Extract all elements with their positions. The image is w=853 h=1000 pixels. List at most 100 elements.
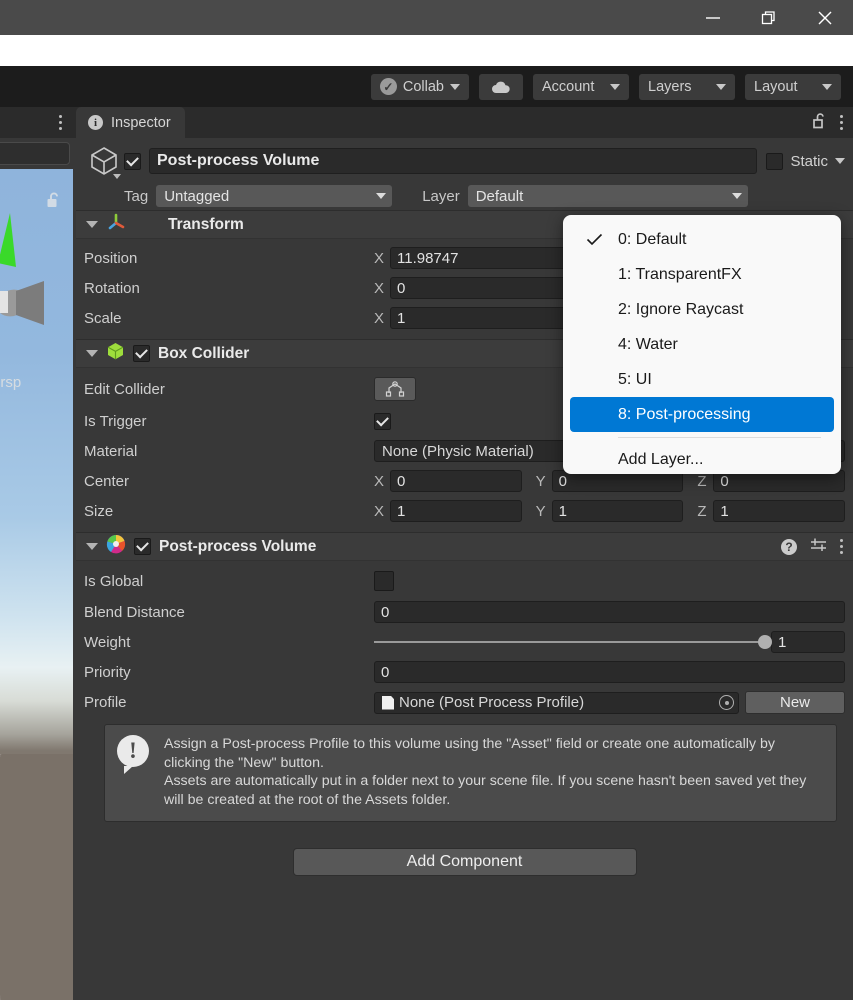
- layer-menu-add-layer-label: Add Layer...: [618, 450, 704, 468]
- static-group[interactable]: Static: [766, 152, 845, 170]
- blend-distance-input[interactable]: 0: [374, 601, 845, 623]
- center-y-value: 0: [558, 472, 568, 490]
- post-process-volume-enabled-checkbox[interactable]: [134, 538, 151, 555]
- new-profile-button[interactable]: New: [745, 691, 845, 714]
- layers-button[interactable]: Layers: [639, 73, 735, 100]
- layer-menu-item-0[interactable]: 0: Default: [570, 222, 834, 257]
- tag-label: Tag: [124, 187, 149, 205]
- size-y-input[interactable]: 1: [551, 500, 684, 522]
- inspector-kebab-menu-icon[interactable]: [840, 115, 843, 130]
- unlock-icon[interactable]: [812, 112, 827, 134]
- gameobject-name-input[interactable]: Post-process Volume: [149, 148, 758, 174]
- axis-x-label: X: [374, 249, 385, 267]
- priority-input[interactable]: 0: [374, 661, 845, 683]
- foldout-icon[interactable]: [86, 221, 98, 228]
- inspector-tabstrip: i Inspector: [76, 107, 853, 138]
- tag-value: Untagged: [164, 187, 230, 205]
- gameobject-name-value: Post-process Volume: [157, 152, 320, 169]
- layer-menu-item-1[interactable]: 1: TransparentFX: [570, 257, 834, 292]
- layout-label: Layout: [754, 78, 798, 95]
- chevron-down-icon[interactable]: [835, 158, 845, 164]
- profile-value: None (Post Process Profile): [399, 694, 585, 711]
- axis-x-label: X: [374, 472, 385, 490]
- chevron-down-icon: [610, 83, 620, 90]
- add-component-button[interactable]: Add Component: [292, 848, 637, 876]
- layer-menu-item-4[interactable]: 5: UI: [570, 362, 834, 397]
- is-global-checkbox[interactable]: [374, 571, 394, 591]
- component-post-process-volume: Post-process Volume ? Is Global Blend Di…: [76, 532, 853, 885]
- blend-distance-value: 0: [381, 603, 390, 621]
- restore-button[interactable]: [741, 0, 797, 35]
- rotation-label: Rotation: [84, 279, 140, 297]
- transform-title: Transform: [168, 215, 244, 233]
- help-icon[interactable]: ?: [781, 538, 797, 555]
- box-collider-icon: [106, 341, 125, 366]
- axis-x-label: X: [374, 279, 385, 297]
- layer-menu-item-3[interactable]: 4: Water: [570, 327, 834, 362]
- scene-view-panel: ersp: [0, 107, 76, 1000]
- weight-slider-handle[interactable]: [758, 635, 772, 649]
- minimize-button[interactable]: [685, 0, 741, 35]
- gameobject-enabled-checkbox[interactable]: [124, 152, 141, 170]
- window-titlebar: [0, 0, 853, 35]
- object-picker-icon[interactable]: [719, 695, 734, 710]
- size-x-input[interactable]: 1: [390, 500, 522, 522]
- layout-button[interactable]: Layout: [745, 73, 841, 100]
- size-z-input[interactable]: 1: [713, 500, 846, 522]
- cloud-button[interactable]: [479, 73, 523, 100]
- scene-viewport[interactable]: ersp: [0, 169, 73, 1000]
- profile-object-field[interactable]: None (Post Process Profile): [374, 691, 739, 714]
- layer-menu-item-2[interactable]: 2: Ignore Raycast: [570, 292, 834, 327]
- row-blend-distance: Blend Distance 0: [84, 600, 845, 624]
- scene-toolbar-field[interactable]: [0, 142, 70, 165]
- close-button[interactable]: [797, 0, 853, 35]
- row-priority: Priority 0: [84, 660, 845, 684]
- row-size: Size X 1 Y 1 Z 1: [84, 499, 846, 523]
- weight-input[interactable]: 1: [771, 631, 845, 653]
- collab-button[interactable]: ✓ Collab: [370, 73, 469, 100]
- scene-perspective-label: ersp: [0, 374, 22, 391]
- foldout-icon[interactable]: [86, 543, 98, 550]
- layer-menu-add-layer[interactable]: Add Layer...: [570, 442, 834, 477]
- box-collider-title: Box Collider: [158, 344, 250, 362]
- static-checkbox[interactable]: [766, 152, 784, 170]
- scene-ground-plane: [0, 754, 73, 1000]
- axis-z-label: Z: [697, 502, 707, 520]
- account-button[interactable]: Account: [533, 73, 629, 100]
- layer-dropdown[interactable]: Default: [467, 185, 748, 207]
- gameobject-icon[interactable]: [84, 145, 124, 179]
- box-collider-enabled-checkbox[interactable]: [133, 345, 150, 362]
- tag-dropdown[interactable]: Untagged: [156, 185, 393, 207]
- layer-menu-separator: [618, 437, 821, 438]
- check-icon: [570, 233, 618, 246]
- blend-distance-label: Blend Distance: [84, 603, 185, 621]
- post-process-kebab-menu-icon[interactable]: [840, 539, 843, 554]
- center-x-input[interactable]: 0: [390, 470, 522, 492]
- foldout-icon[interactable]: [86, 350, 98, 357]
- is-trigger-checkbox[interactable]: [374, 412, 391, 430]
- size-z-value: 1: [720, 502, 729, 520]
- axis-x-label: X: [374, 309, 385, 327]
- layer-menu-item-2-label: 2: Ignore Raycast: [618, 300, 744, 318]
- post-process-volume-header[interactable]: Post-process Volume ?: [76, 533, 853, 561]
- chevron-down-icon: [450, 83, 460, 90]
- is-global-label: Is Global: [84, 572, 144, 590]
- chevron-down-icon: [716, 83, 726, 90]
- transform-icon: [106, 212, 126, 237]
- post-process-icon: [106, 534, 126, 559]
- layer-menu-item-5[interactable]: 8: Post-processing: [570, 397, 834, 432]
- material-label: Material: [84, 442, 138, 460]
- edit-collider-icon: [385, 381, 405, 397]
- tab-inspector[interactable]: i Inspector: [76, 107, 185, 138]
- scale-label: Scale: [84, 309, 122, 327]
- row-weight: Weight 1: [84, 630, 845, 654]
- center-x-value: 0: [397, 472, 406, 490]
- unity-toolbar: ✓ Collab Account Layers Layout: [0, 66, 853, 107]
- layer-menu-item-1-label: 1: TransparentFX: [618, 265, 742, 283]
- weight-value: 1: [778, 633, 787, 651]
- scene-kebab-menu-icon[interactable]: [59, 115, 62, 130]
- weight-slider[interactable]: [374, 635, 772, 649]
- collab-label: Collab: [402, 78, 444, 95]
- preset-sliders-icon[interactable]: [810, 537, 827, 557]
- edit-collider-button[interactable]: [374, 377, 416, 401]
